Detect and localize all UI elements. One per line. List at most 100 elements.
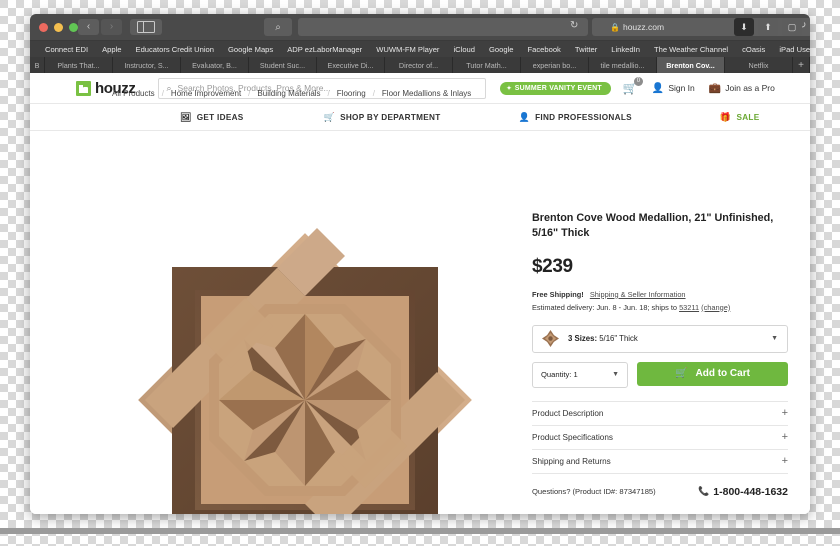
forward-button[interactable]: › (101, 19, 122, 35)
browser-tab[interactable]: Tutor Math... (453, 57, 521, 73)
bookmark-item[interactable]: cOasis (735, 45, 772, 54)
photo-icon: 🖼 (180, 111, 192, 122)
browser-tab[interactable]: experian bo... (521, 57, 589, 73)
smart-search-icon-button[interactable]: ⌕ (264, 18, 292, 36)
breadcrumb-item[interactable]: Flooring (337, 89, 366, 98)
browser-tab[interactable]: Evaluator, B... (181, 57, 249, 73)
quantity-stepper[interactable]: Quantity: 1 ▼ (532, 361, 628, 388)
bookmark-item[interactable]: Connect EDI (38, 45, 95, 54)
add-to-cart-button[interactable]: 🛒 Add to Cart (637, 361, 788, 386)
navigation-buttons[interactable]: ‹ › (78, 19, 122, 35)
accordion-shipping-and-returns[interactable]: Shipping and Returns + (532, 450, 788, 474)
reload-icon-left[interactable]: ↻ (570, 20, 578, 31)
support-phone[interactable]: 📞 1-800-448-1632 (698, 486, 788, 498)
bookmark-item[interactable]: iCloud (446, 45, 482, 54)
accordion-label: Shipping and Returns (532, 456, 611, 466)
browser-tab[interactable]: Instructor, S... (113, 57, 181, 73)
nav-sale[interactable]: 🎁 SALE (720, 112, 760, 123)
briefcase-icon: 💼 (708, 82, 722, 94)
free-shipping-label: Free Shipping! (532, 289, 584, 299)
plus-icon: + (781, 431, 788, 444)
cart-count-badge: 0 (633, 77, 643, 86)
product-info-panel: Brenton Cove Wood Medallion, 21" Unfinis… (532, 211, 788, 514)
breadcrumb-item[interactable]: Building Materials (257, 89, 320, 98)
bookmark-item[interactable]: Google Maps (221, 45, 280, 54)
breadcrumb-item[interactable]: Floor Medallions & Inlays (382, 89, 471, 98)
browser-tab[interactable]: Executive Di... (317, 57, 385, 73)
share-icon[interactable]: ⬆ (758, 18, 778, 36)
browser-tab[interactable]: Director of... (385, 57, 453, 73)
join-pro-label: Join as a Pro (725, 83, 775, 93)
breadcrumb-item[interactable]: All Products (112, 89, 155, 98)
bookmark-item[interactable]: LinkedIn (604, 45, 647, 54)
phone-icon: 📞 (698, 486, 710, 497)
browser-tab[interactable]: B (30, 57, 45, 73)
nav-find-professionals[interactable]: 👤 FIND PROFESSIONALS (519, 112, 632, 123)
join-as-pro-button[interactable]: 💼 Join as a Pro (709, 83, 775, 94)
browser-tab[interactable]: Netflix (725, 57, 793, 73)
downloads-icon[interactable]: ⬇ (734, 18, 754, 36)
shipping-seller-info-link[interactable]: Shipping & Seller Information (590, 290, 686, 299)
page-title: Brenton Cove Wood Medallion, 21" Unfinis… (532, 212, 774, 240)
bookmark-item[interactable]: iPad User Guide (772, 45, 810, 54)
close-window-button[interactable] (39, 23, 48, 32)
sidebar-icon (137, 20, 155, 34)
maximize-window-button[interactable] (69, 23, 78, 32)
size-select-rest: 5/16" Thick (597, 334, 638, 344)
browser-tab[interactable]: Plants That... (45, 57, 113, 73)
product-image[interactable] (105, 228, 505, 514)
size-select-bold: 3 Sizes: (568, 334, 598, 344)
accordion-label: Product Description (532, 408, 604, 418)
address-bar-left[interactable] (298, 18, 588, 36)
bookmark-item[interactable]: The Weather Channel (647, 45, 735, 54)
plus-icon: + (781, 407, 788, 420)
tab-overview-icon[interactable]: ▢ (782, 18, 802, 36)
bookmark-item[interactable]: Twitter (568, 45, 604, 54)
browser-tab[interactable]: tile medallio... (589, 57, 657, 73)
change-zip-link[interactable]: (change) (701, 303, 730, 312)
bookmark-item[interactable]: Educators Credit Union (129, 45, 222, 54)
questions-row: Questions? (Product ID#: 87347185) 📞 1-8… (532, 486, 788, 498)
sign-in-button[interactable]: 👤 Sign In (652, 83, 695, 94)
window-traffic-lights[interactable] (39, 23, 78, 32)
window-bottom-shadow (0, 528, 840, 534)
bookmark-item[interactable]: Apple (95, 45, 128, 54)
new-tab-button[interactable]: + (793, 57, 810, 73)
browser-window: ‹ › ⌕ ↻ 🔒 houzz.com ↻ ⬇ ⬆ ▢ Connect EDI … (30, 14, 810, 514)
breadcrumb-separator: / (327, 89, 330, 98)
wood-medallion-illustration (138, 228, 472, 514)
toolbar-right-buttons[interactable]: ⬇ ⬆ ▢ (734, 18, 802, 36)
bookmark-item[interactable]: Google (482, 45, 521, 54)
nav-label: SHOP BY DEPARTMENT (340, 112, 441, 122)
tab-strip[interactable]: B Plants That... Instructor, S... Evalua… (30, 57, 810, 73)
accordion-product-description[interactable]: Product Description + (532, 402, 788, 426)
nav-label: GET IDEAS (196, 112, 244, 122)
add-to-cart-label: Add to Cart (695, 368, 750, 380)
nav-shop-by-department[interactable]: 🛒 SHOP BY DEPARTMENT (324, 112, 441, 123)
size-select[interactable]: 3 Sizes: 5/16" Thick ▼ (532, 324, 788, 353)
browser-tab-active[interactable]: Brenton Cov... (657, 57, 725, 73)
cart-button[interactable]: 🛒 0 (623, 77, 643, 95)
sign-in-label: Sign In (668, 83, 695, 93)
minimize-window-button[interactable] (54, 23, 63, 32)
back-button[interactable]: ‹ (78, 19, 99, 35)
accordion-product-specifications[interactable]: Product Specifications + (532, 426, 788, 450)
breadcrumb[interactable]: All Products / Home Improvement / Buildi… (112, 89, 471, 98)
bookmarks-bar[interactable]: Connect EDI Apple Educators Credit Union… (30, 41, 810, 57)
bookmark-item[interactable]: Facebook (521, 45, 568, 54)
summer-vanity-event-badge[interactable]: ✦ SUMMER VANITY EVENT (499, 81, 611, 95)
breadcrumb-item[interactable]: Home Improvement (171, 89, 241, 98)
product-price: $239 (532, 255, 573, 277)
breadcrumb-separator: / (372, 89, 375, 98)
chevron-down-icon: ▼ (771, 335, 778, 343)
delivery-zip-link[interactable]: 53211 (679, 303, 699, 312)
bookmark-item[interactable]: WUWM-FM Player (369, 45, 446, 54)
bookmark-item[interactable]: ADP ezLaborManager (280, 45, 369, 54)
nav-get-ideas[interactable]: 🖼 GET IDEAS (180, 112, 244, 123)
cart-icon: 🛒 (323, 111, 336, 122)
estimated-delivery: Estimated delivery: Jun. 8 - Jun. 18; sh… (532, 303, 788, 312)
sidebar-toggle-button[interactable] (130, 19, 162, 35)
chevron-down-icon: ▼ (612, 371, 619, 379)
breadcrumb-separator: / (248, 89, 251, 98)
browser-tab[interactable]: Student Suc... (249, 57, 317, 73)
